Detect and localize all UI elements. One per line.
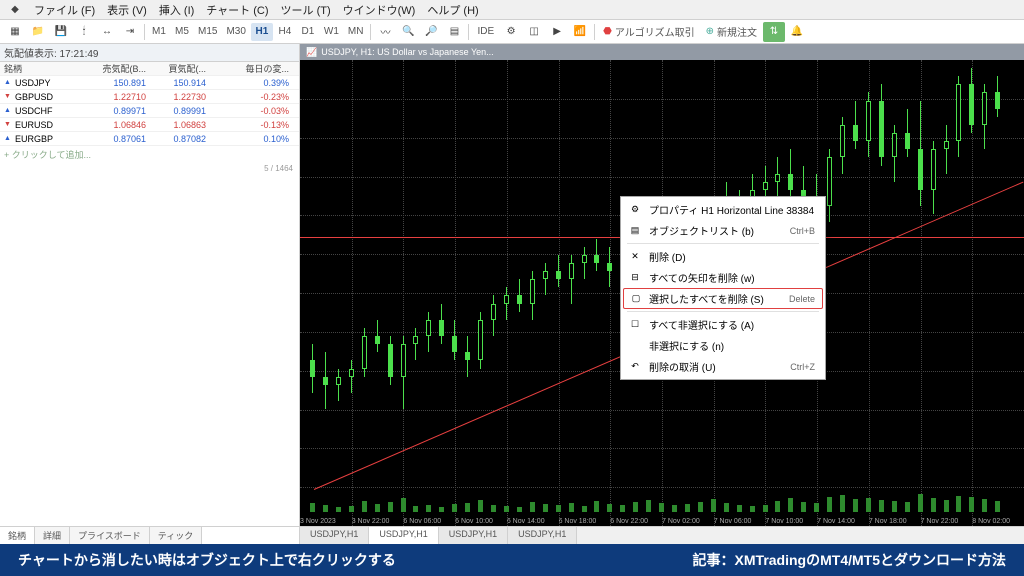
market-row[interactable]: ▼GBPUSD1.227101.22730-0.23% (0, 90, 299, 104)
autoscroll-icon[interactable]: ↔ (96, 22, 118, 42)
menubar-item[interactable]: チャート (C) (200, 0, 274, 20)
one-click-icon[interactable]: ⇅ (763, 22, 785, 42)
algo-trading-button[interactable]: ⬣アルゴリズム取引 (598, 23, 699, 41)
timeframe-D1[interactable]: D1 (297, 23, 319, 41)
timeframe-M5[interactable]: M5 (171, 23, 193, 41)
chart-tab[interactable]: USDJPY,H1 (300, 527, 369, 544)
chart-tab[interactable]: USDJPY,H1 (369, 527, 438, 544)
new-order-button[interactable]: ⊕新規注文 (701, 23, 762, 41)
sidebar-tab[interactable]: プライスボード (70, 527, 150, 544)
chart-tab[interactable]: USDJPY,H1 (508, 527, 577, 544)
context-menu-item[interactable]: ⊟すべての矢印を削除 (w) (623, 267, 823, 288)
menubar-item[interactable]: 表示 (V) (101, 0, 153, 20)
sidebar-tab[interactable]: ティック (150, 527, 202, 544)
menubar: ◆ ファイル (F)表示 (V)挿入 (I)チャート (C)ツール (T)ウイン… (0, 0, 1024, 20)
app-icon: ◆ (4, 0, 26, 20)
timeframe-M30[interactable]: M30 (222, 23, 249, 41)
caption-banner: チャートから消したい時はオブジェクト上で右クリックする 記事：XMTrading… (0, 544, 1024, 576)
new-chart-icon[interactable]: ▦ (4, 22, 26, 42)
menubar-item[interactable]: ファイル (F) (28, 0, 101, 20)
zoom-out-icon[interactable]: 🔎 (420, 22, 442, 42)
timeframe-MN[interactable]: MN (344, 23, 368, 41)
save-icon[interactable]: 💾 (50, 22, 72, 42)
toolbar: ▦ 📁 💾 🕯 ↔ ⇥ M1M5M15M30H1H4D1W1MN 〰 🔍 🔎 ▤… (0, 20, 1024, 44)
caption-left: チャートから消したい時はオブジェクト上で右クリックする (18, 550, 396, 570)
play-icon[interactable]: ▶ (546, 22, 568, 42)
chart-area: 📈 USDJPY, H1: US Dollar vs Japanese Yen.… (300, 44, 1024, 544)
add-symbol-row[interactable]: + クリックして追加... (0, 146, 299, 163)
context-menu: ⚙プロパティ H1 Horizontal Line 38384▤オブジェクトリス… (620, 196, 826, 380)
separator (370, 24, 371, 40)
indicator-icon[interactable]: 〰 (374, 22, 396, 42)
sidebar-tab[interactable]: 銘柄 (0, 527, 35, 544)
ctx-icon: ✕ (628, 250, 642, 264)
ctx-icon: ⚙ (628, 203, 642, 217)
timeframe-H4[interactable]: H4 (274, 23, 296, 41)
separator (594, 24, 595, 40)
chart-icon: 📈 (306, 47, 317, 58)
caption-right: 記事：XMTradingのMT4/MT5とダウンロード方法 (693, 550, 1006, 570)
template-icon[interactable]: ▤ (443, 22, 465, 42)
ctx-icon (628, 339, 642, 353)
chart-type-icon[interactable]: 🕯 (73, 22, 95, 42)
signal-icon[interactable]: 📶 (569, 22, 591, 42)
layers-icon[interactable]: ◫ (523, 22, 545, 42)
chart-tabs: USDJPY,H1USDJPY,H1USDJPY,H1USDJPY,H1 (300, 526, 1024, 544)
ctx-icon: ▢ (629, 292, 643, 306)
context-menu-item[interactable]: ☐すべて非選択にする (A) (623, 314, 823, 335)
open-icon[interactable]: 📁 (27, 22, 49, 42)
cog-icon[interactable]: ⚙ (500, 22, 522, 42)
timeframe-M1[interactable]: M1 (148, 23, 170, 41)
separator (144, 24, 145, 40)
context-menu-item[interactable]: ↶削除の取消 (U)Ctrl+Z (623, 356, 823, 377)
alert-icon[interactable]: 🔔 (786, 22, 808, 42)
ctx-icon: ☐ (628, 318, 642, 332)
ctx-icon: ↶ (628, 360, 642, 374)
sidebar-tab[interactable]: 詳細 (35, 527, 70, 544)
context-menu-item[interactable]: 非選択にする (n) (623, 335, 823, 356)
ctx-icon: ⊟ (628, 271, 642, 285)
timeframe-W1[interactable]: W1 (320, 23, 343, 41)
symbol-count: 5 / 1464 (0, 163, 299, 174)
separator (468, 24, 469, 40)
menubar-item[interactable]: ヘルプ (H) (421, 0, 484, 20)
ctx-icon: ▤ (628, 224, 642, 238)
market-row[interactable]: ▼EURUSD1.068461.06863-0.13% (0, 118, 299, 132)
context-menu-item[interactable]: ▤オブジェクトリスト (b)Ctrl+B (623, 220, 823, 241)
market-row[interactable]: ▲USDJPY150.891150.9140.39% (0, 76, 299, 90)
context-menu-item[interactable]: ▢選択したすべてを削除 (S)Delete (623, 288, 823, 309)
zoom-in-icon[interactable]: 🔍 (397, 22, 419, 42)
shift-icon[interactable]: ⇥ (119, 22, 141, 42)
chart-title-bar: 📈 USDJPY, H1: US Dollar vs Japanese Yen.… (300, 44, 1024, 60)
market-watch-title: 気配値表示: 17:21:49 (0, 44, 299, 62)
market-watch-tabs: 銘柄詳細プライスボードティック (0, 526, 299, 544)
context-menu-item[interactable]: ⚙プロパティ H1 Horizontal Line 38384 (623, 199, 823, 220)
market-watch-panel: 気配値表示: 17:21:49 銘柄 売気配(B... 買気配(... 毎日の変… (0, 44, 300, 544)
market-table-header: 銘柄 売気配(B... 買気配(... 毎日の変... (0, 62, 299, 76)
ide-button[interactable]: IDE (472, 23, 499, 41)
market-row[interactable]: ▲EURGBP0.870610.870820.10% (0, 132, 299, 146)
chart-tab[interactable]: USDJPY,H1 (439, 527, 508, 544)
menubar-item[interactable]: ツール (T) (275, 0, 337, 20)
market-row[interactable]: ▲USDCHF0.899710.89991-0.03% (0, 104, 299, 118)
timeframe-M15[interactable]: M15 (194, 23, 221, 41)
context-menu-item[interactable]: ✕削除 (D) (623, 246, 823, 267)
menubar-item[interactable]: ウインドウ(W) (337, 0, 422, 20)
timeframe-H1[interactable]: H1 (251, 23, 273, 41)
menubar-item[interactable]: 挿入 (I) (153, 0, 200, 20)
chart-canvas[interactable]: 3 Nov 20233 Nov 22:006 Nov 06:006 Nov 10… (300, 60, 1024, 526)
